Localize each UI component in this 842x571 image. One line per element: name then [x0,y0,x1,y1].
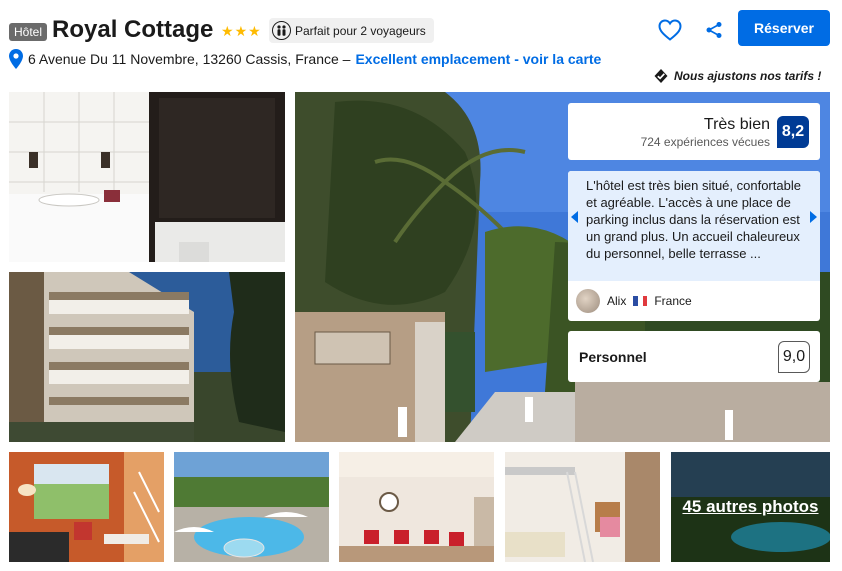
reviewer-country: France [654,294,692,308]
address-text: 6 Avenue Du 11 Novembre, 13260 Cassis, F… [28,51,351,67]
star-icon: ★ [248,23,261,39]
more-photos-link[interactable]: 45 autres photos [671,452,830,562]
photo-room-lounge[interactable] [9,452,164,562]
favorite-button[interactable] [656,16,684,44]
review-quote: L'hôtel est très bien situé, confortable… [568,171,820,281]
star-rating: ★ ★ ★ [221,24,261,38]
photo-bunk-room[interactable] [505,452,660,562]
france-flag-icon [633,296,648,306]
category-score-badge: 9,0 [778,341,810,373]
photo-pool[interactable] [174,452,329,562]
carousel-next-arrow-icon[interactable] [810,211,817,223]
share-icon [706,22,722,38]
score-label: Très bien [703,116,770,133]
price-note: Nous ajustons nos tarifs ! [653,68,821,84]
price-note-text: Nous ajustons nos tarifs ! [674,69,822,83]
review-count: 724 expériences vécues [640,135,770,149]
travelers-badge[interactable]: Parfait pour 2 voyageurs [269,18,434,43]
review-carousel: L'hôtel est très bien situé, confortable… [568,171,820,321]
carousel-prev-arrow-icon[interactable] [571,211,578,223]
photo-bathroom[interactable] [9,92,285,262]
heart-icon [658,19,682,41]
avatar [576,289,600,313]
review-score-card[interactable]: Très bien 724 expériences vécues 8,2 [568,103,820,160]
photo-breakfast-room[interactable] [339,452,494,562]
shield-check-icon [654,69,668,83]
photo-facade[interactable] [9,272,285,442]
reviewer-name: Alix [607,294,627,308]
category-score-card: Personnel 9,0 [568,331,820,382]
address-line: 6 Avenue Du 11 Novembre, 13260 Cassis, F… [9,49,601,69]
property-type-badge: Hôtel [9,23,48,41]
location-map-link[interactable]: Excellent emplacement - voir la carte [355,51,601,67]
category-label: Personnel [579,349,647,365]
travelers-badge-label: Parfait pour 2 voyageurs [295,23,426,38]
reviewer-info: Alix France [576,289,692,313]
share-button[interactable] [700,16,728,44]
review-score-badge: 8,2 [777,116,809,148]
map-pin-icon [9,49,23,69]
two-people-icon [272,21,291,40]
hotel-name: Royal Cottage [52,16,214,43]
star-icon: ★ [234,23,248,39]
reserve-button[interactable]: Réserver [738,10,830,46]
star-icon: ★ [221,23,234,39]
